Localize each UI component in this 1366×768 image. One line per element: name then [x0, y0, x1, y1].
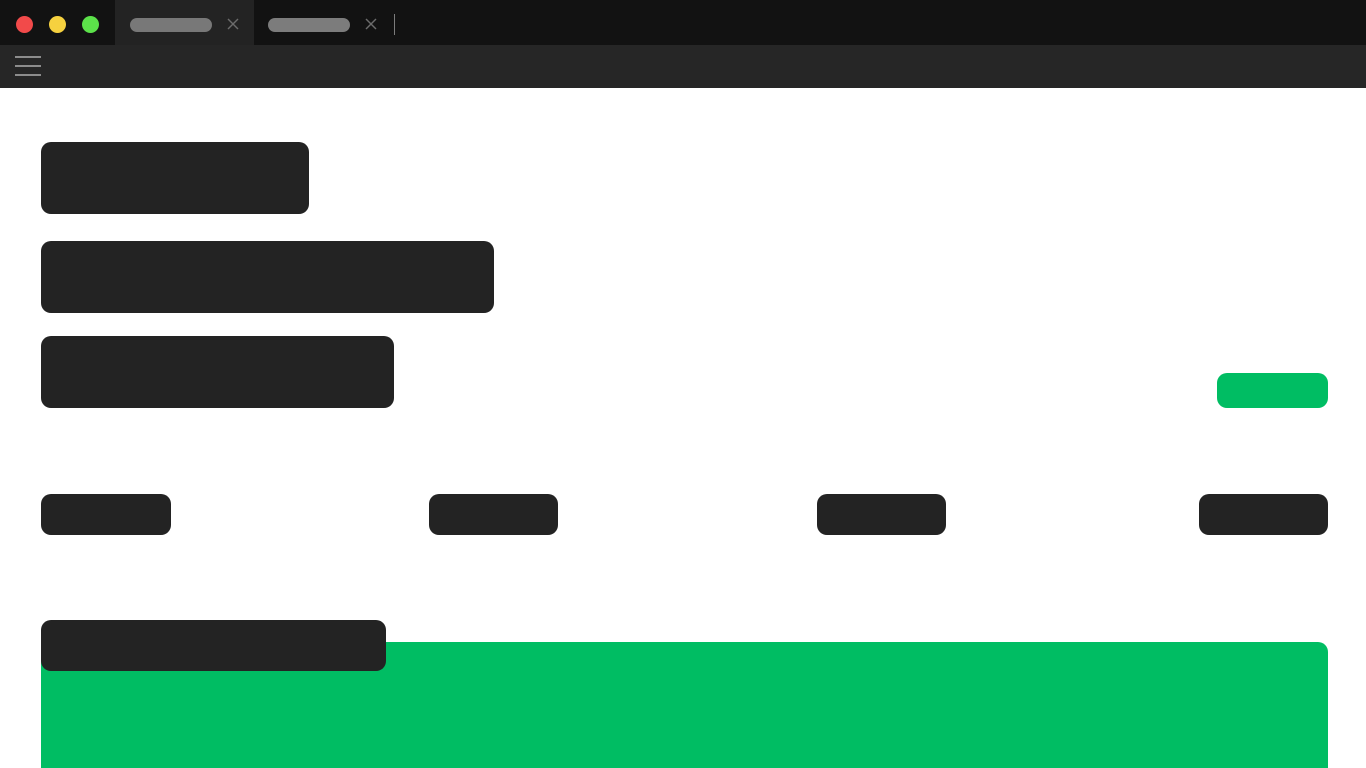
tab-inactive[interactable] — [254, 0, 394, 45]
section-title — [41, 620, 386, 671]
hamburger-menu-icon[interactable] — [15, 56, 41, 76]
window-titlebar — [0, 0, 1366, 45]
stat-item-4 — [1199, 494, 1328, 535]
close-tab-icon[interactable] — [364, 17, 378, 31]
heading-line-3 — [41, 336, 394, 408]
stat-item-2 — [429, 494, 558, 535]
close-tab-icon[interactable] — [226, 17, 240, 31]
stat-item-1 — [41, 494, 171, 535]
close-window-button[interactable] — [16, 16, 33, 33]
tab-title-placeholder — [268, 18, 350, 32]
tab-active[interactable] — [115, 0, 254, 45]
maximize-window-button[interactable] — [82, 16, 99, 33]
toolbar — [0, 45, 1366, 88]
tab-title-placeholder — [130, 18, 212, 32]
stat-item-3 — [817, 494, 946, 535]
heading-line-2 — [41, 241, 494, 313]
page-content — [0, 88, 1366, 768]
minimize-window-button[interactable] — [49, 16, 66, 33]
primary-action-button[interactable] — [1217, 373, 1328, 408]
heading-line-1 — [41, 142, 309, 214]
tab-divider — [394, 14, 395, 35]
